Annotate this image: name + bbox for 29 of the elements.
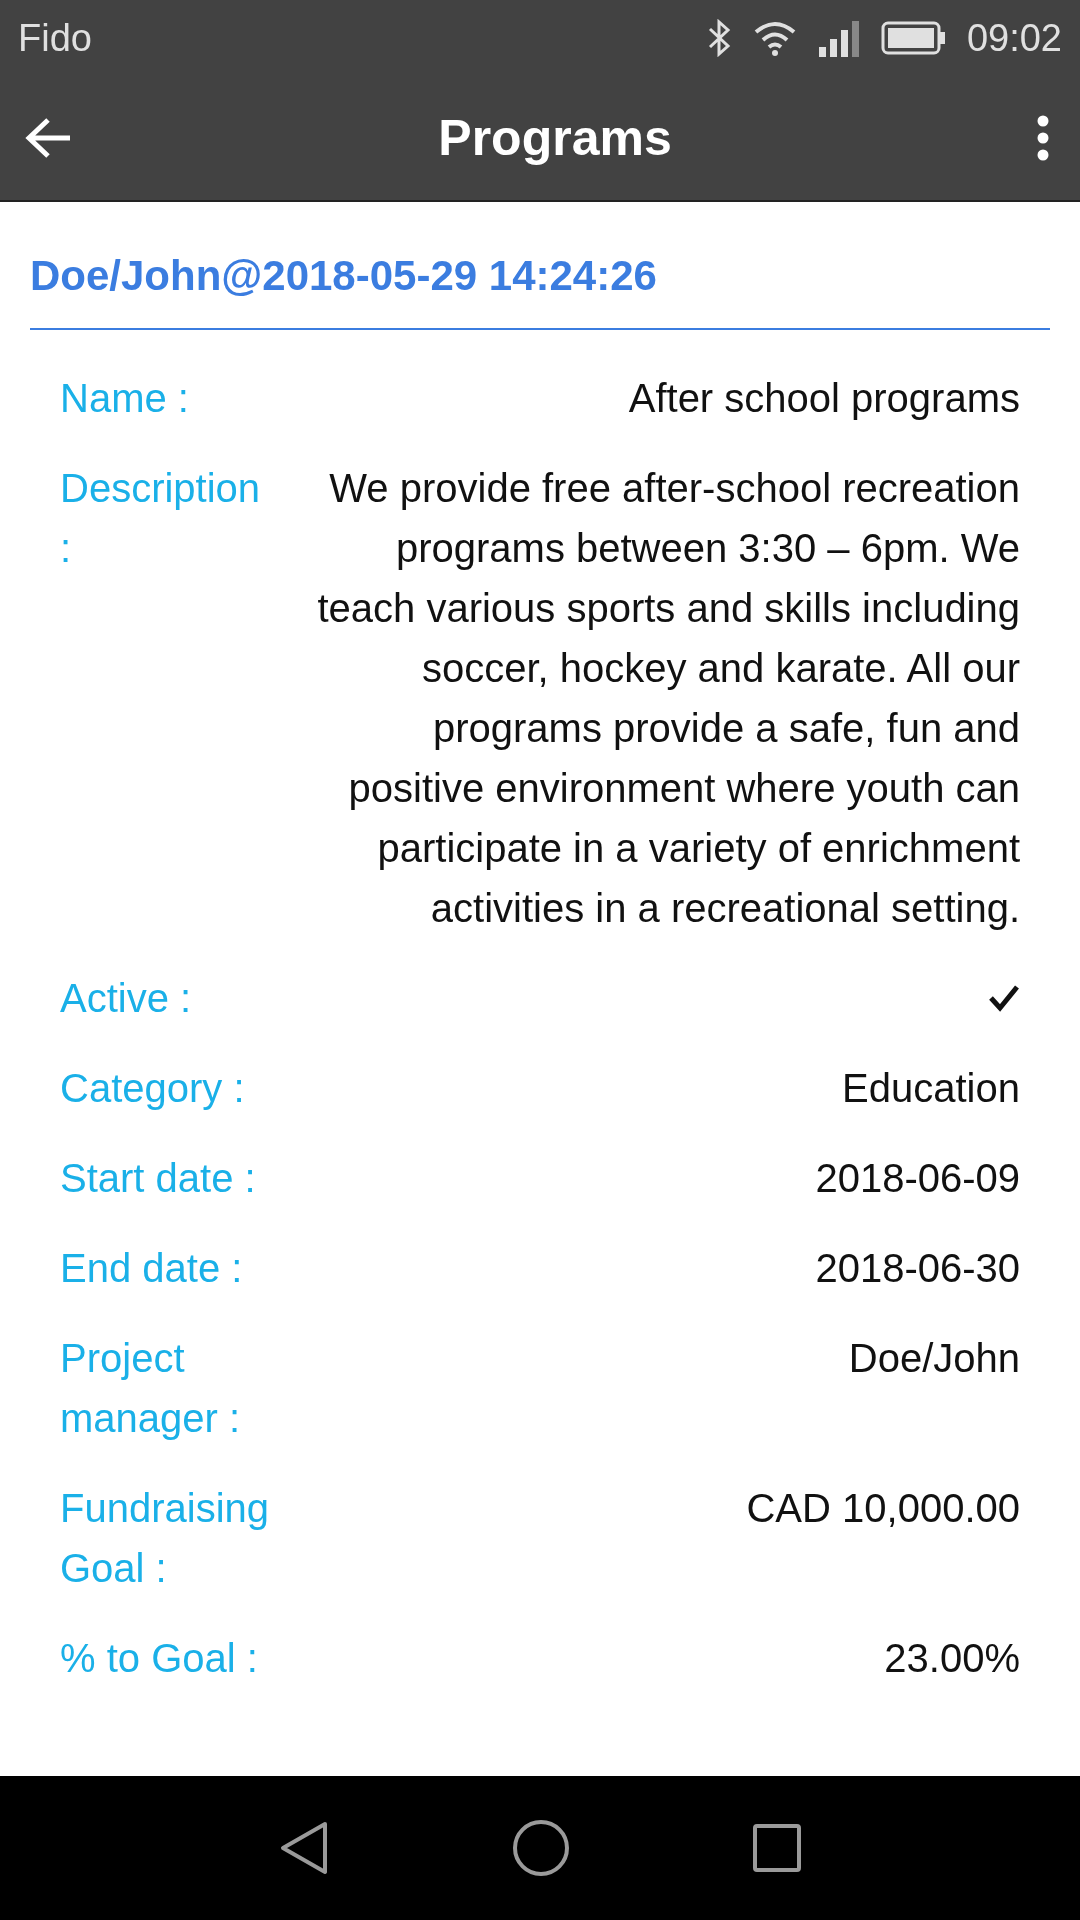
field-value: 2018-06-09 — [814, 1155, 1020, 1202]
carrier-name: Fido — [18, 16, 92, 60]
field-value: Education — [841, 1065, 1020, 1112]
field-value: 23.00% — [883, 1635, 1020, 1682]
signal-icon — [816, 19, 861, 57]
field-label: Active : — [60, 975, 193, 1022]
field-value: CAD 10,000.00 — [745, 1485, 1020, 1532]
field-label: Category : — [60, 1065, 246, 1112]
record-title: Doe/John@2018-05-29 14:24:26 — [30, 202, 1050, 330]
recent-apps-icon[interactable] — [752, 1823, 802, 1873]
home-icon[interactable] — [512, 1819, 570, 1877]
clock-time: 09:02 — [966, 16, 1062, 60]
field-label: % to Goal : — [60, 1635, 259, 1682]
field-value: We provide free after-school recreation programs between 3:30 – 6pm. We teach various sports and skills including soccer, hockey and karate. All our programs provide a safe, fun and positive environment where youth can participate in a variety of enrichment activities in a recreational setting. — [316, 465, 1020, 932]
wifi-icon — [752, 20, 797, 56]
back-icon[interactable] — [278, 1820, 330, 1876]
bluetooth-icon — [706, 19, 733, 57]
field-value: Doe/John — [847, 1335, 1020, 1382]
field-label: Start date : — [60, 1155, 257, 1202]
field-value: After school programs — [627, 375, 1020, 422]
more-options-icon[interactable] — [1036, 115, 1050, 161]
battery-icon — [880, 21, 947, 55]
field-value: 2018-06-30 — [814, 1245, 1020, 1292]
field-label: Description : — [60, 465, 262, 572]
field-label: Name : — [60, 375, 190, 422]
field-label: End date : — [60, 1245, 244, 1292]
screen-title: Programs — [438, 109, 672, 167]
field-label: Project manager : — [60, 1335, 242, 1442]
field-label: Fundraising Goal : — [60, 1485, 270, 1592]
